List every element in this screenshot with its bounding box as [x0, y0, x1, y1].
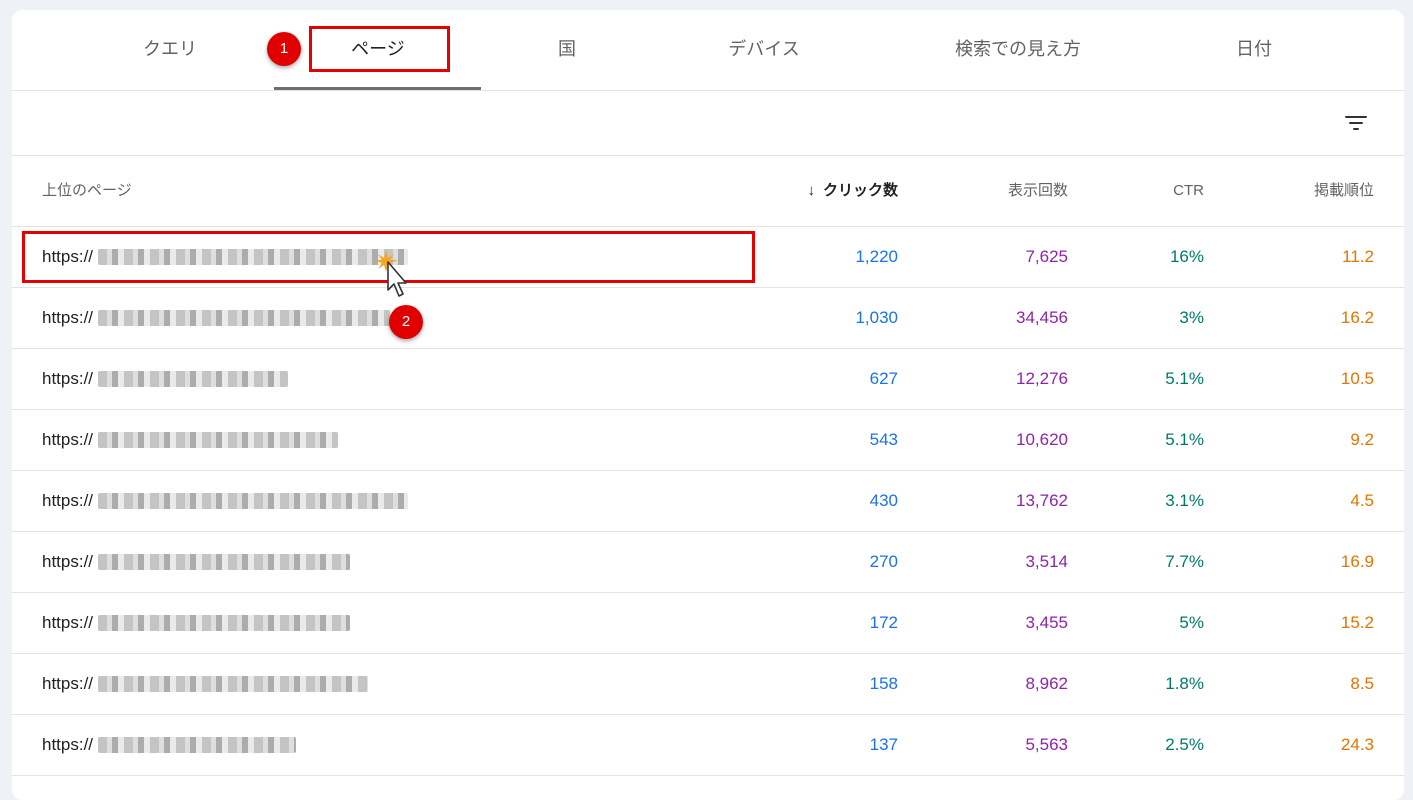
row-impressions: 12,276 [1016, 369, 1068, 388]
row-impressions: 8,962 [1025, 674, 1068, 693]
table-row[interactable]: https:// 270 3,514 7.7% 16.9 [12, 532, 1404, 593]
redacted-url [98, 493, 408, 509]
redacted-url [98, 371, 288, 387]
header-ctr[interactable]: CTR [1173, 156, 1204, 226]
row-position: 10.5 [1340, 369, 1374, 388]
redacted-url [98, 615, 350, 631]
row-impressions: 3,455 [1025, 613, 1068, 632]
table-row[interactable]: https:// 172 3,455 5% 15.2 [12, 593, 1404, 654]
row-ctr: 3.1% [1165, 491, 1204, 510]
row-position: 16.2 [1340, 308, 1374, 327]
table-row[interactable]: https:// 627 12,276 5.1% 10.5 [12, 349, 1404, 410]
row-position: 11.2 [1342, 247, 1374, 266]
row-impressions: 34,456 [1016, 308, 1068, 327]
row-clicks: 158 [869, 674, 898, 693]
row-position: 16.9 [1340, 552, 1374, 571]
row-clicks: 543 [869, 430, 898, 449]
row-ctr: 16% [1169, 247, 1204, 266]
annotation-box-page-tab [309, 26, 450, 72]
redacted-url [98, 310, 390, 326]
row-position: 15.2 [1340, 613, 1374, 632]
row-position: 8.5 [1350, 674, 1374, 693]
row-clicks: 172 [869, 613, 898, 632]
row-position: 9.2 [1350, 430, 1374, 449]
row-url[interactable]: https:// [42, 654, 93, 714]
redacted-url [98, 554, 350, 570]
table-row[interactable]: https:// 430 13,762 3.1% 4.5 [12, 471, 1404, 532]
row-impressions: 7,625 [1025, 247, 1068, 266]
mouse-cursor-icon [374, 250, 407, 297]
tab-country[interactable]: 国 [527, 10, 607, 90]
row-url[interactable]: https:// [42, 471, 93, 531]
tab-query[interactable]: クエリ [110, 10, 230, 90]
header-clicks-label: クリック数 [822, 182, 898, 199]
row-url[interactable]: https:// [42, 532, 93, 592]
row-url[interactable]: https:// [42, 593, 93, 653]
header-top-pages: 上位のページ [42, 182, 132, 199]
row-position: 4.5 [1350, 491, 1374, 510]
table-row[interactable]: https:// 137 5,563 2.5% 24.3 [12, 715, 1404, 776]
row-clicks: 137 [869, 735, 898, 754]
row-clicks: 270 [869, 552, 898, 571]
row-position: 24.3 [1340, 735, 1374, 754]
row-impressions: 3,514 [1025, 552, 1068, 571]
header-impressions[interactable]: 表示回数 [1008, 156, 1068, 226]
row-clicks: 430 [869, 491, 898, 510]
tab-device[interactable]: デバイス [704, 10, 824, 90]
row-ctr: 2.5% [1165, 735, 1204, 754]
filter-icon[interactable] [1342, 109, 1372, 137]
tab-date[interactable]: 日付 [1204, 10, 1304, 90]
table-row[interactable]: https:// 1,030 34,456 3% 16.2 [12, 288, 1404, 349]
active-tab-indicator [274, 87, 481, 90]
row-impressions: 10,620 [1016, 430, 1068, 449]
redacted-url [98, 432, 338, 448]
annotation-badge-2: 2 [389, 305, 423, 339]
row-url[interactable]: https:// [42, 715, 93, 775]
table-row[interactable]: https:// 543 10,620 5.1% 9.2 [12, 410, 1404, 471]
row-url[interactable]: https:// [42, 349, 93, 409]
row-clicks: 1,030 [855, 308, 898, 327]
sort-arrow-down-icon: ↓ [807, 182, 815, 199]
row-ctr: 5.1% [1165, 430, 1204, 449]
row-ctr: 3% [1179, 308, 1204, 327]
tab-search-appearance[interactable]: 検索での見え方 [938, 10, 1098, 90]
row-url[interactable]: https:// [42, 288, 93, 348]
table-row[interactable]: https:// 158 8,962 1.8% 8.5 [12, 654, 1404, 715]
table-header: 上位のページ ↓ クリック数 表示回数 CTR 掲載順位 [12, 156, 1404, 227]
row-ctr: 5% [1179, 613, 1204, 632]
table-toolbar [12, 91, 1404, 156]
redacted-url [98, 737, 296, 753]
header-position[interactable]: 掲載順位 [1314, 156, 1374, 226]
row-ctr: 1.8% [1165, 674, 1204, 693]
row-impressions: 13,762 [1016, 491, 1068, 510]
row-clicks: 1,220 [855, 247, 898, 266]
row-ctr: 5.1% [1165, 369, 1204, 388]
row-ctr: 7.7% [1165, 552, 1204, 571]
row-url[interactable]: https:// [42, 410, 93, 470]
dimension-tabs: クエリ ページ 国 デバイス 検索での見え方 日付 [12, 10, 1404, 91]
row-impressions: 5,563 [1025, 735, 1068, 754]
header-clicks[interactable]: ↓ クリック数 [807, 156, 898, 226]
annotation-badge-1: 1 [267, 32, 301, 66]
row-clicks: 627 [869, 369, 898, 388]
performance-card: クエリ ページ 国 デバイス 検索での見え方 日付 上位のページ ↓ クリック数 … [12, 10, 1404, 800]
redacted-url [98, 676, 368, 692]
